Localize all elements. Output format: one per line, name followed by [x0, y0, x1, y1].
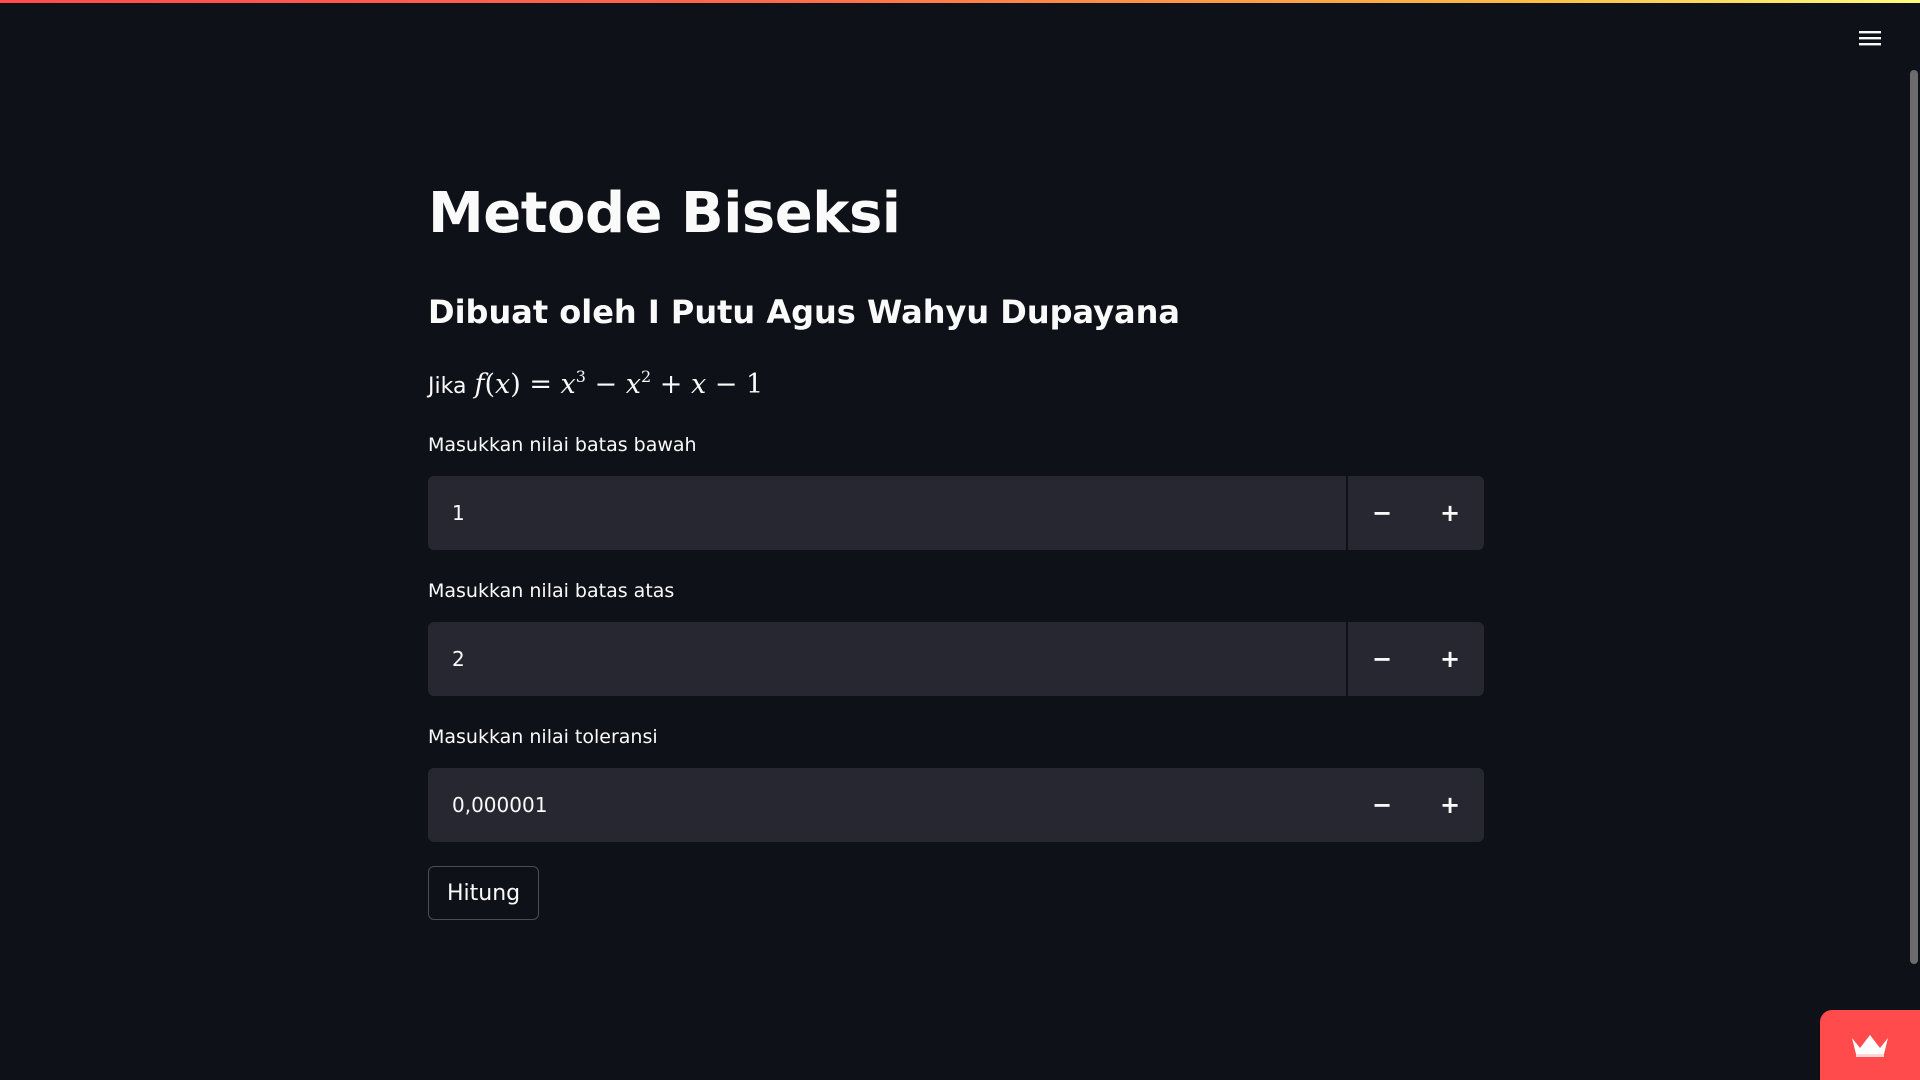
upper-bound-input-group: 2 − +: [428, 622, 1484, 696]
tolerance-input[interactable]: 0,000001: [428, 768, 1348, 842]
author-subtitle: Dibuat oleh I Putu Agus Wahyu Dupayana: [428, 293, 1180, 331]
formula-expression: f(x) = x3 − x2 + x − 1: [474, 367, 764, 400]
upper-bound-field: Masukkan nilai batas atas 2 − +: [428, 578, 1484, 696]
tolerance-input-group: 0,000001 − +: [428, 768, 1484, 842]
main-menu-button[interactable]: [1856, 24, 1884, 52]
tolerance-field: Masukkan nilai toleransi 0,000001 − +: [428, 724, 1484, 842]
lower-bound-decrement-button[interactable]: −: [1348, 476, 1416, 550]
lower-bound-field: Masukkan nilai batas bawah 1 − +: [428, 432, 1484, 550]
tolerance-label: Masukkan nilai toleransi: [428, 726, 658, 748]
top-decoration-bar: [0, 0, 1920, 3]
upper-bound-increment-button[interactable]: +: [1416, 622, 1484, 696]
upper-bound-decrement-button[interactable]: −: [1348, 622, 1416, 696]
page-title: Metode Biseksi: [428, 181, 901, 246]
lower-bound-input-group: 1 − +: [428, 476, 1484, 550]
lower-bound-increment-button[interactable]: +: [1416, 476, 1484, 550]
lower-bound-input[interactable]: 1: [428, 476, 1348, 550]
tolerance-increment-button[interactable]: +: [1416, 768, 1484, 842]
lower-bound-label: Masukkan nilai batas bawah: [428, 434, 697, 456]
hamburger-menu-icon: [1859, 31, 1881, 46]
hitung-button[interactable]: Hitung: [428, 866, 540, 920]
formula-prefix: Jika: [428, 374, 467, 399]
upper-bound-label: Masukkan nilai batas atas: [428, 580, 675, 602]
vertical-scrollbar[interactable]: [1910, 70, 1918, 964]
crown-icon: [1852, 1035, 1888, 1057]
streamlit-badge[interactable]: [1820, 1010, 1920, 1080]
main-content: Metode Biseksi Dibuat oleh I Putu Agus W…: [428, 176, 1484, 920]
upper-bound-input[interactable]: 2: [428, 622, 1348, 696]
formula-line: Jika f(x) = x3 − x2 + x − 1: [428, 360, 1484, 404]
tolerance-decrement-button[interactable]: −: [1348, 768, 1416, 842]
